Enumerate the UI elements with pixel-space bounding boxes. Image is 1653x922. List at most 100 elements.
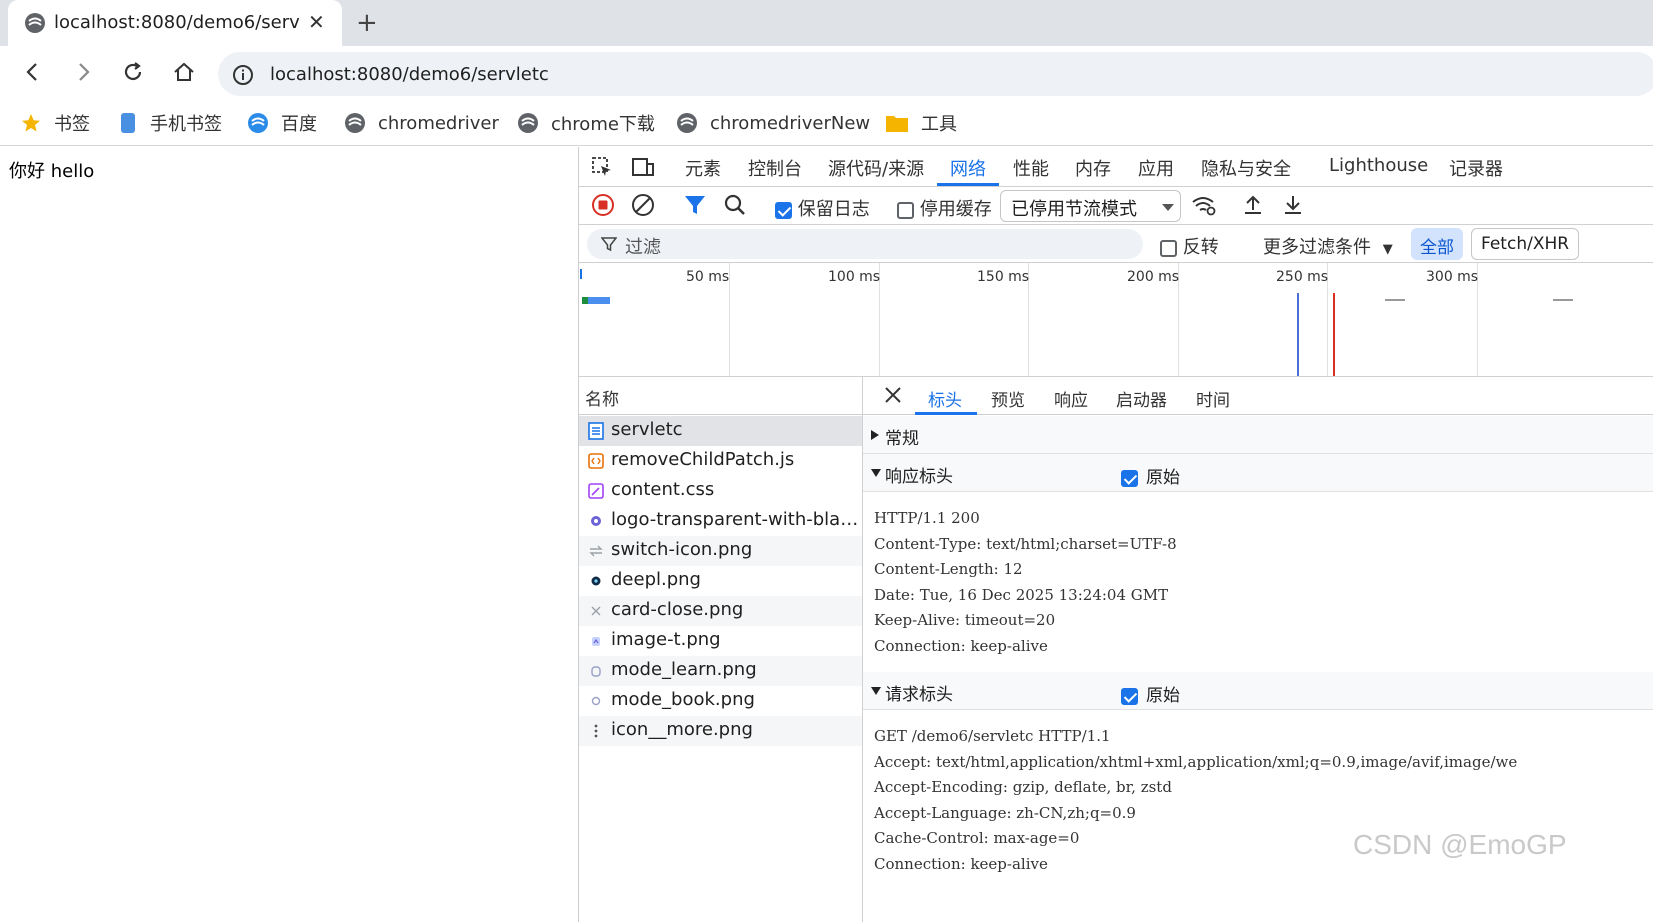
image-icon — [588, 632, 604, 655]
image-icon — [588, 512, 604, 535]
reload-icon[interactable] — [121, 60, 145, 88]
devtools-tab-performance[interactable]: 性能 — [1013, 155, 1049, 181]
preserve-log-checkbox[interactable]: 保留日志 — [775, 195, 870, 221]
response-header-line: Content-Length: 12 — [874, 560, 1023, 578]
checkbox-unchecked[interactable] — [1160, 239, 1177, 257]
close-detail-icon[interactable] — [883, 385, 903, 409]
clear-icon[interactable] — [631, 193, 655, 221]
back-icon[interactable] — [20, 60, 44, 88]
more-filters-dropdown[interactable]: 更多过滤条件 ▼ — [1263, 233, 1393, 259]
request-row[interactable]: logo-transparent-with-blan... — [579, 506, 862, 536]
bookmark-item[interactable]: chromedriver — [344, 110, 499, 136]
request-row[interactable]: servletc — [579, 416, 862, 446]
script-icon — [588, 452, 604, 475]
network-conditions-icon[interactable] — [1191, 193, 1217, 221]
mobile-icon — [121, 113, 135, 133]
general-section-header[interactable]: 常规 — [863, 416, 1653, 454]
section-title: 请求标头 — [885, 685, 953, 705]
filter-fetch-xhr-button[interactable]: Fetch/XHR — [1471, 228, 1580, 260]
bookmark-item[interactable]: chromedriverNew — [676, 110, 870, 136]
devtools-tab-elements[interactable]: 元素 — [685, 155, 721, 181]
response-headers-section-header[interactable]: 响应标头 原始 — [863, 454, 1653, 492]
home-icon[interactable] — [172, 60, 196, 88]
request-row[interactable]: image-t.png — [579, 626, 862, 656]
url-text[interactable]: localhost:8080/demo6/servletc — [270, 64, 549, 85]
tab-close-icon[interactable]: ✕ — [308, 10, 325, 34]
dom-content-loaded-line — [1297, 293, 1299, 376]
record-icon[interactable] — [591, 193, 615, 221]
export-har-icon[interactable] — [1282, 193, 1304, 221]
devtools-tab-console[interactable]: 控制台 — [748, 155, 802, 181]
bookmark-item[interactable]: chrome下载 — [517, 110, 655, 136]
site-info-icon[interactable] — [232, 64, 254, 90]
checkbox-unchecked[interactable] — [897, 201, 914, 219]
devtools-tab-recorder[interactable]: 记录器 — [1449, 155, 1503, 181]
detail-tab-preview[interactable]: 预览 — [991, 386, 1025, 411]
timeline-overview[interactable]: 50 ms 100 ms 150 ms 200 ms 250 ms 300 ms — [579, 263, 1653, 377]
throttling-select[interactable]: 已停用节流模式 — [1000, 190, 1181, 222]
bookmark-folder[interactable]: 工具 — [885, 110, 957, 136]
folder-icon — [886, 116, 908, 132]
invert-checkbox[interactable]: 反转 — [1160, 233, 1219, 259]
request-row[interactable]: content.css — [579, 476, 862, 506]
switch-icon — [588, 542, 604, 565]
devtools-tab-network[interactable]: 网络 — [950, 155, 986, 181]
request-row[interactable]: mode_book.png — [579, 686, 862, 716]
tab-strip: localhost:8080/demo6/servle ✕ + — [0, 0, 1653, 46]
devtools-tab-lighthouse[interactable]: Lighthouse — [1329, 155, 1428, 176]
new-tab-icon[interactable]: + — [356, 8, 378, 38]
expand-arrow-icon — [871, 430, 879, 440]
request-row[interactable]: icon__more.png — [579, 716, 862, 746]
active-detail-tab-indicator — [915, 412, 977, 415]
bookmark-label: chromedriverNew — [710, 112, 871, 134]
timeline-request-bar — [1385, 299, 1405, 301]
detail-tab-timing[interactable]: 时间 — [1196, 386, 1230, 411]
request-row[interactable]: deepl.png — [579, 566, 862, 596]
raw-toggle[interactable]: 原始 — [1121, 463, 1180, 488]
bookmark-item[interactable]: 手机书签 — [118, 110, 222, 136]
request-row[interactable]: mode_learn.png — [579, 656, 862, 686]
search-icon[interactable] — [723, 193, 747, 221]
star-icon — [22, 114, 40, 132]
request-row[interactable]: removeChildPatch.js — [579, 446, 862, 476]
devtools-tab-privacy[interactable]: 隐私与安全 — [1201, 155, 1291, 181]
checkbox-checked[interactable] — [775, 201, 792, 219]
detail-tab-response[interactable]: 响应 — [1054, 386, 1088, 411]
checkbox-checked[interactable] — [1121, 469, 1138, 487]
bookmark-item[interactable]: 百度 — [247, 110, 317, 136]
detail-tab-initiator[interactable]: 启动器 — [1116, 386, 1167, 411]
filter-input[interactable]: 过滤 — [587, 229, 1143, 259]
disable-cache-label: 停用缓存 — [919, 199, 992, 220]
request-header-line: Accept-Encoding: gzip, deflate, br, zstd — [874, 778, 1172, 796]
browser-tab[interactable]: localhost:8080/demo6/servle ✕ — [8, 0, 342, 46]
devtools-tab-application[interactable]: 应用 — [1138, 155, 1174, 181]
bookmark-item[interactable]: 书签 — [20, 110, 90, 136]
request-row[interactable]: card-close.png — [579, 596, 862, 626]
import-har-icon[interactable] — [1242, 193, 1264, 221]
request-row[interactable]: switch-icon.png — [579, 536, 862, 566]
devtools-tab-memory[interactable]: 内存 — [1075, 155, 1111, 181]
forward-icon[interactable] — [72, 60, 96, 88]
filter-icon[interactable] — [684, 193, 706, 221]
inspect-element-icon[interactable] — [591, 156, 613, 182]
request-headers-section-header[interactable]: 请求标头 原始 — [863, 672, 1653, 710]
device-toggle-icon[interactable] — [631, 156, 655, 182]
page-text: 你好 hello — [9, 161, 95, 182]
filter-all-button[interactable]: 全部 — [1411, 228, 1463, 260]
response-header-line: HTTP/1.1 200 — [874, 509, 980, 527]
name-column-header[interactable]: 名称 — [585, 385, 619, 410]
load-event-line — [1333, 293, 1335, 376]
disable-cache-checkbox[interactable]: 停用缓存 — [897, 195, 992, 221]
detail-tab-headers[interactable]: 标头 — [928, 386, 962, 411]
raw-toggle[interactable]: 原始 — [1121, 681, 1180, 706]
tab-title: localhost:8080/demo6/servle — [54, 12, 299, 33]
timeline-label: 300 ms — [1426, 269, 1479, 285]
timeline-request-bar — [1553, 299, 1573, 301]
bookmark-label: 手机书签 — [150, 114, 222, 135]
filter-placeholder: 过滤 — [625, 237, 661, 258]
address-bar[interactable]: localhost:8080/demo6/servletc — [218, 52, 1653, 96]
section-title: 响应标头 — [885, 467, 953, 487]
checkbox-checked[interactable] — [1121, 687, 1138, 705]
devtools-tab-sources[interactable]: 源代码/来源 — [828, 155, 924, 181]
active-tab-indicator — [937, 183, 999, 186]
